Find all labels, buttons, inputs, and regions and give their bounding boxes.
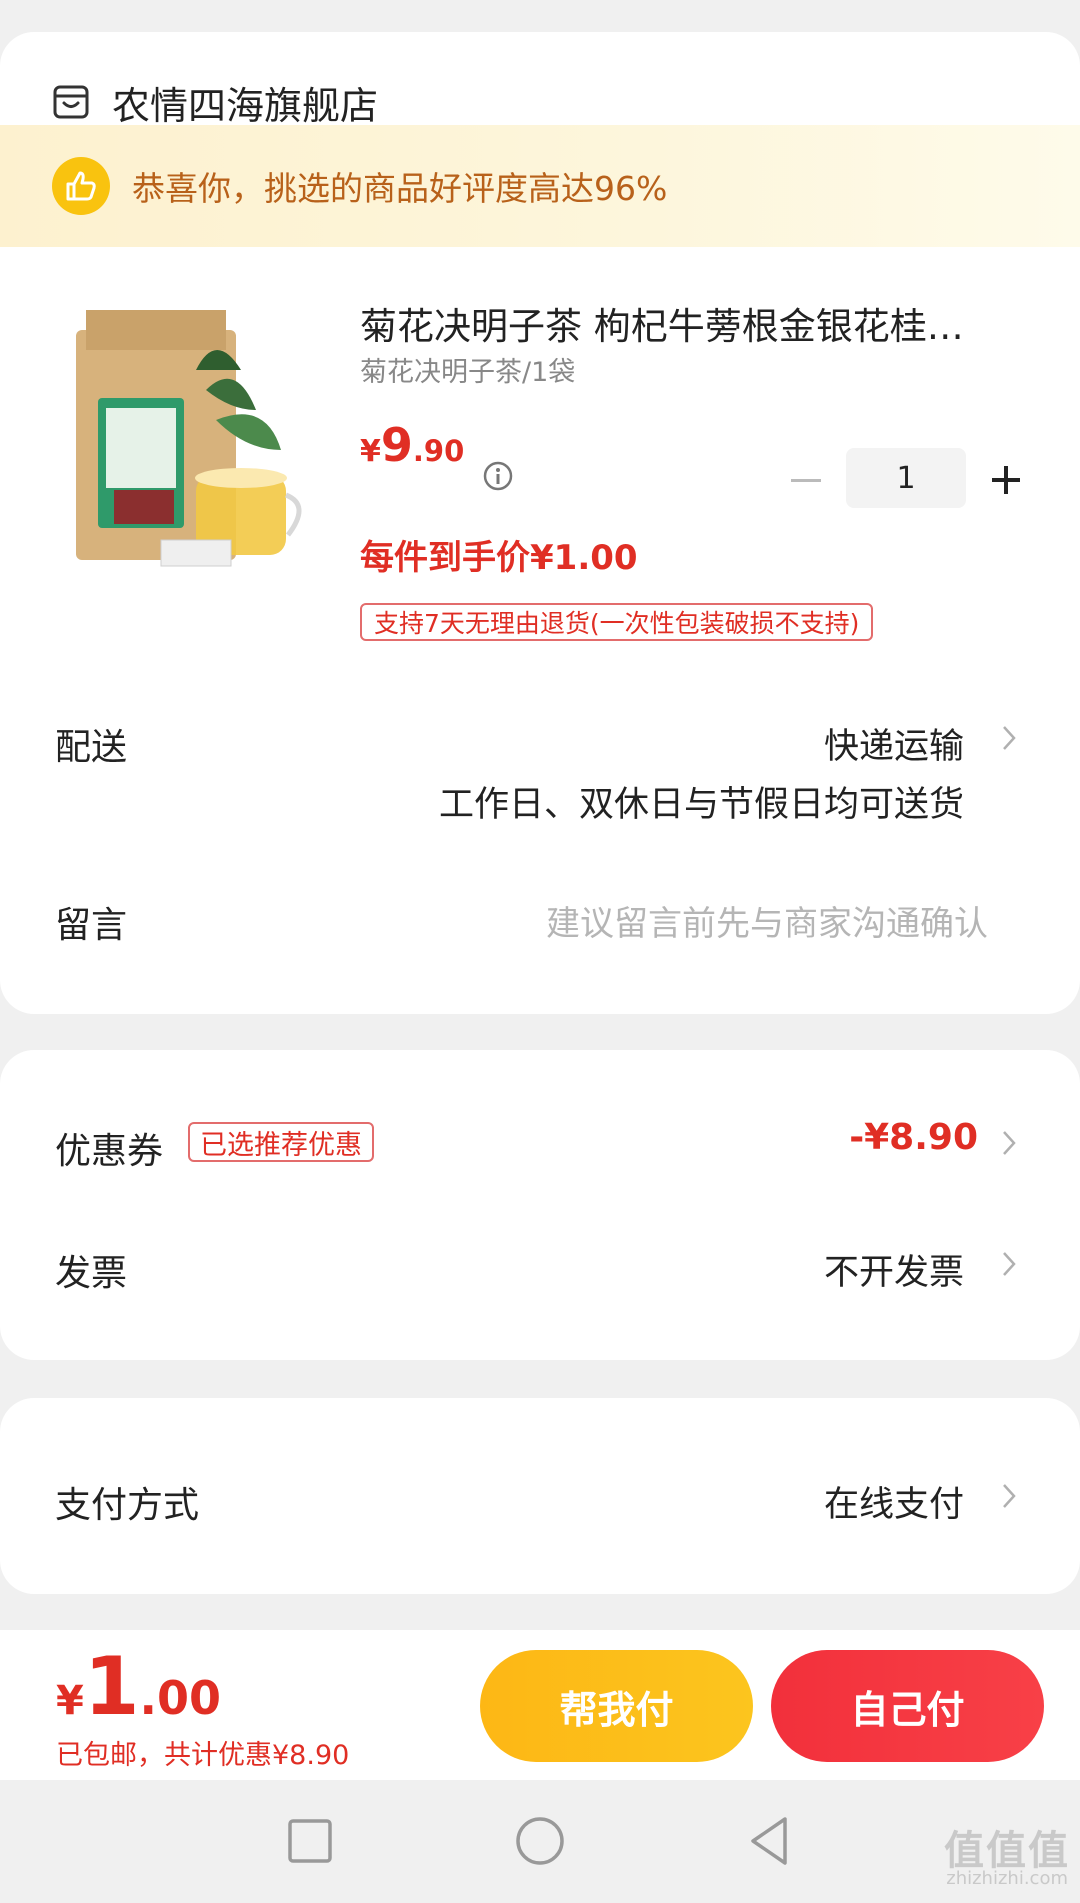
store-name: 农情四海旗舰店 [112, 83, 379, 128]
return-policy-tag: 支持7天无理由退货(一次性包装破损不支持) [360, 603, 874, 641]
message-input[interactable]: 建议留言前先与商家沟通确认 [546, 896, 988, 945]
invoice-value[interactable]: 不开发票 [824, 1244, 964, 1295]
delivery-note: 工作日、双休日与节假日均可送货 [438, 785, 964, 825]
chevron-right-icon[interactable] [1002, 1130, 1016, 1156]
product-image[interactable] [66, 300, 336, 590]
rating-banner-text: 恭喜你，挑选的商品好评度高达96% [132, 169, 668, 208]
unit-price-label: 每件到手价¥1.00 [360, 538, 638, 578]
info-icon[interactable] [482, 460, 514, 492]
coupon-label: 优惠券 [55, 1131, 164, 1172]
invoice-label: 发票 [55, 1253, 128, 1294]
total-note: 已包邮，共计优惠¥8.90 [56, 1740, 350, 1771]
thumbs-up-icon [52, 157, 110, 215]
rating-banner: 恭喜你，挑选的商品好评度高达96% [0, 125, 1080, 247]
delivery-label: 配送 [55, 727, 128, 768]
back-icon[interactable] [743, 1814, 797, 1868]
chevron-right-icon[interactable] [1002, 1251, 1016, 1277]
coupon-badge: 已选推荐优惠 [188, 1122, 374, 1162]
payment-label: 支付方式 [55, 1485, 200, 1526]
quantity-decrease-button[interactable] [790, 464, 822, 496]
delivery-method[interactable]: 快递运输 [824, 718, 964, 769]
order-confirm-page: 农情四海旗舰店 恭喜你，挑选的商品好评度高达96% 菊花决明子茶 枸杞牛蒡根金银… [0, 0, 1080, 1903]
product-spec[interactable]: 菊花决明子茶/1袋 [360, 350, 575, 389]
message-label: 留言 [55, 905, 128, 946]
payment-value[interactable]: 在线支付 [824, 1476, 964, 1527]
coupon-invoice-card [0, 1050, 1080, 1360]
total-integer: 1 [83, 1640, 140, 1733]
total-currency: ¥ [56, 1678, 84, 1724]
quantity-increase-button[interactable] [988, 462, 1024, 498]
price-decimal: .90 [412, 434, 465, 468]
price-currency: ¥ [360, 434, 381, 469]
price-integer: 9 [380, 418, 413, 472]
chevron-right-icon[interactable] [1002, 725, 1016, 751]
product-title[interactable]: 菊花决明子茶 枸杞牛蒡根金银花桂… [360, 296, 1000, 350]
pay-myself-button[interactable]: 自己付 [771, 1650, 1044, 1762]
quantity-value[interactable]: 1 [846, 448, 966, 508]
help-me-pay-button[interactable]: 帮我付 [480, 1650, 753, 1762]
total-decimal: .00 [139, 1671, 222, 1725]
total-price: ¥ 1 .00 [56, 1640, 221, 1733]
product-price: ¥ 9 .90 [360, 418, 464, 472]
home-icon[interactable] [513, 1814, 567, 1868]
store-header[interactable]: 农情四海旗舰店 [52, 74, 378, 130]
store-icon [53, 85, 89, 119]
chevron-right-icon[interactable] [1002, 1483, 1016, 1509]
watermark-url: zhizhizhi.com [946, 1868, 1068, 1889]
coupon-value[interactable]: -¥8.90 [849, 1117, 978, 1158]
recent-apps-icon[interactable] [283, 1814, 337, 1868]
